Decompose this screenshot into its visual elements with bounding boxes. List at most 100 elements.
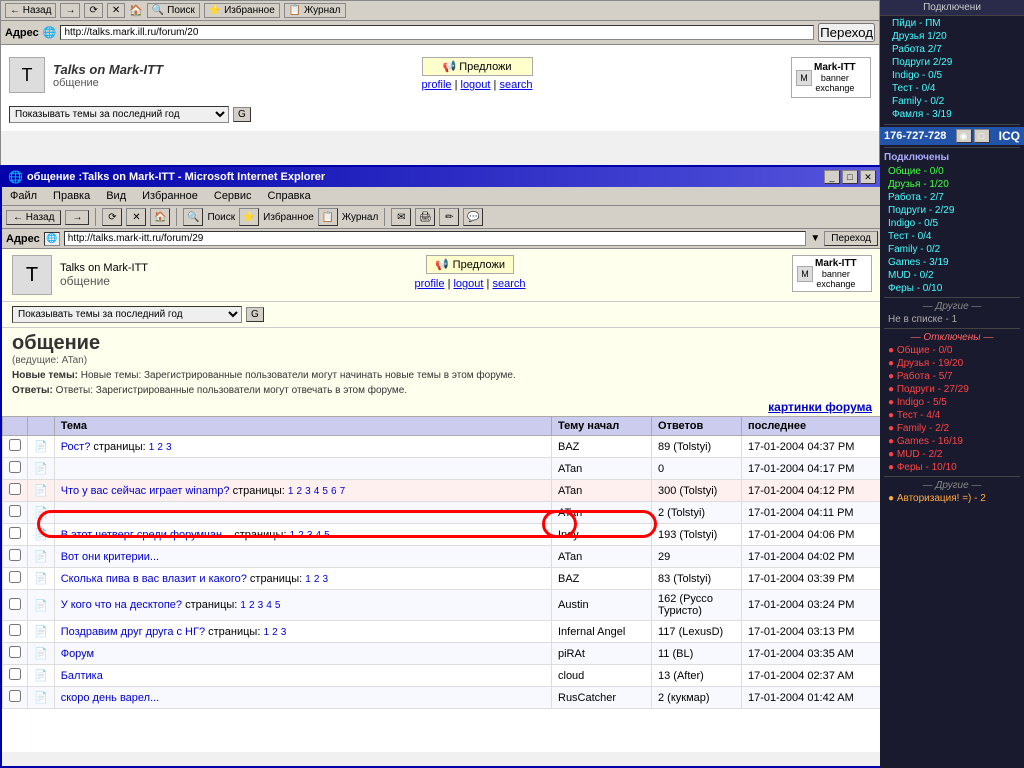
bg-back-button[interactable]: ← Назад xyxy=(5,3,56,18)
fg-refresh-icon[interactable]: ⟳ xyxy=(102,208,122,226)
page-link[interactable]: 7 xyxy=(340,486,346,497)
page-link[interactable]: 1 xyxy=(149,442,155,453)
rp-item-obshie-off[interactable]: ● Общие - 0/0 xyxy=(880,344,1024,357)
page-link[interactable]: 5 xyxy=(322,486,328,497)
page-link[interactable]: 5 xyxy=(275,600,281,611)
page-link[interactable]: 2 xyxy=(157,442,163,453)
rp-item-friends[interactable]: Друзья - 1/20 xyxy=(880,178,1024,191)
page-link[interactable]: 4 xyxy=(314,486,320,497)
rp-item-mud[interactable]: MUD - 0/2 xyxy=(880,269,1024,282)
logout-link[interactable]: logout xyxy=(453,278,483,290)
rp-item-indigo-off[interactable]: ● Indigo - 5/5 xyxy=(880,396,1024,409)
search-link[interactable]: search xyxy=(492,278,525,290)
predloji-button[interactable]: 📢 Предложи xyxy=(426,255,514,274)
rp-item-not-in-list[interactable]: Не в списке - 1 xyxy=(880,313,1024,326)
fg-browser-content[interactable]: T Talks on Mark-ITT общение 📢 Предложи p… xyxy=(2,249,882,752)
rp-item-family-top[interactable]: Family - 0/2 xyxy=(884,95,1020,108)
fg-search-icon[interactable]: 🔍 xyxy=(183,208,203,226)
fg-menu-view[interactable]: Вид xyxy=(102,189,130,203)
fg-go-button[interactable]: Переход xyxy=(824,231,878,246)
kartinki-link[interactable]: картинки форума xyxy=(2,398,882,416)
fg-edit-icon[interactable]: ✏ xyxy=(439,208,459,226)
rp-item-authorization[interactable]: ● Авторизация! =) - 2 xyxy=(880,492,1024,505)
bg-stop-button[interactable]: ✕ xyxy=(107,3,125,18)
row-checkbox[interactable] xyxy=(9,505,21,517)
profile-link[interactable]: profile xyxy=(415,278,445,290)
topic-link[interactable]: Сколька пива в вас влазит и какого? xyxy=(61,573,247,585)
fg-forward-button[interactable]: → xyxy=(65,210,89,225)
row-checkbox[interactable] xyxy=(9,646,21,658)
row-checkbox[interactable] xyxy=(9,668,21,680)
fg-menu-service[interactable]: Сервис xyxy=(210,189,256,203)
rp-item-fery-off[interactable]: ● Феры - 10/10 xyxy=(880,461,1024,474)
fg-maximize-button[interactable]: □ xyxy=(842,170,858,184)
rp-item-family-off[interactable]: ● Family - 2/2 xyxy=(880,422,1024,435)
bg-filter-select[interactable]: Показывать темы за последний год xyxy=(9,106,229,123)
row-checkbox[interactable] xyxy=(9,690,21,702)
bg-forward-button[interactable]: → xyxy=(60,3,80,18)
bg-favorites-button[interactable]: ⭐ Избранное xyxy=(204,3,280,18)
page-link[interactable]: 1 xyxy=(288,486,294,497)
page-link[interactable]: 1 xyxy=(240,600,246,611)
page-link[interactable]: 1 xyxy=(305,574,311,585)
topic-link[interactable]: Что у вас сейчас играет winamp? xyxy=(61,485,230,497)
row-checkbox[interactable] xyxy=(9,624,21,636)
rp-item-podrogi-off[interactable]: ● Подруги - 27/29 xyxy=(880,383,1024,396)
rp-item-friends-top[interactable]: Друзья 1/20 xyxy=(884,30,1020,43)
bg-home-icon[interactable]: 🏠 xyxy=(129,4,143,17)
fg-dropdown-arrow[interactable]: ▼ xyxy=(810,233,820,244)
rp-item-indigo[interactable]: Indigo - 0/5 xyxy=(880,217,1024,230)
page-link[interactable]: 3 xyxy=(166,442,172,453)
row-checkbox[interactable] xyxy=(9,549,21,561)
rp-item-indigo-top[interactable]: Indigo - 0/5 xyxy=(884,69,1020,82)
topic-link[interactable]: У кого что на десктопе? xyxy=(61,599,182,611)
page-link[interactable]: 5 xyxy=(324,530,330,541)
page-link[interactable]: 3 xyxy=(322,574,328,585)
fg-menu-favorites[interactable]: Избранное xyxy=(138,189,202,203)
row-checkbox[interactable] xyxy=(9,483,21,495)
topic-link[interactable]: Форум xyxy=(61,648,94,660)
page-link[interactable]: 2 xyxy=(314,574,320,585)
icq-btn1[interactable]: ◉ xyxy=(956,129,972,143)
rp-item-obshie[interactable]: Общие - 0/0 xyxy=(880,165,1024,178)
row-checkbox[interactable] xyxy=(9,598,21,610)
page-link[interactable]: 3 xyxy=(281,627,287,638)
rp-item-test[interactable]: Тест - 0/4 xyxy=(880,230,1024,243)
bg-address-input[interactable] xyxy=(60,25,814,40)
page-link[interactable]: 2 xyxy=(272,627,278,638)
rp-item-fery[interactable]: Феры - 0/10 xyxy=(880,282,1024,295)
rp-item-test-off[interactable]: ● Тест - 4/4 xyxy=(880,409,1024,422)
page-link[interactable]: 6 xyxy=(331,486,337,497)
rp-item-podrogi[interactable]: Подруги - 2/29 xyxy=(880,204,1024,217)
page-link[interactable]: 3 xyxy=(305,486,311,497)
topic-link[interactable]: Балтика xyxy=(61,670,103,682)
page-link[interactable]: 3 xyxy=(258,600,264,611)
filter-select[interactable]: Показывать темы за последний год xyxy=(12,306,242,323)
fg-favorites-icon[interactable]: ⭐ xyxy=(239,208,259,226)
fg-close-button[interactable]: ✕ xyxy=(860,170,876,184)
topic-link[interactable]: Вот они критерии... xyxy=(61,551,159,563)
fg-home-icon[interactable]: 🏠 xyxy=(150,208,170,226)
page-link[interactable]: 1 xyxy=(263,627,269,638)
bg-logout-link[interactable]: logout xyxy=(461,79,491,91)
fg-stop-icon[interactable]: ✕ xyxy=(126,208,146,226)
topic-link[interactable]: Поздравим друг друга с НГ? xyxy=(61,626,205,638)
rp-item-test-top[interactable]: Тест - 0/4 xyxy=(884,82,1020,95)
bg-profile-link[interactable]: profile xyxy=(422,79,452,91)
fg-menu-edit[interactable]: Правка xyxy=(49,189,94,203)
rp-item-work-off[interactable]: ● Работа - 5/7 xyxy=(880,370,1024,383)
icq-btn2[interactable]: □ xyxy=(974,129,990,143)
page-link[interactable]: 4 xyxy=(266,600,272,611)
rp-item-podrogi-top[interactable]: Подруги 2/29 xyxy=(884,56,1020,69)
rp-item-pidi[interactable]: Пйди - ПМ xyxy=(884,17,1020,30)
rp-item-friends-off[interactable]: ● Друзья - 19/20 xyxy=(880,357,1024,370)
row-checkbox[interactable] xyxy=(9,439,21,451)
bg-search-link[interactable]: search xyxy=(499,79,532,91)
rp-item-mud-off[interactable]: ● MUD - 2/2 xyxy=(880,448,1024,461)
bg-predloji-btn[interactable]: 📢 Предложи xyxy=(422,57,533,76)
bg-search-button[interactable]: 🔍 Поиск xyxy=(147,3,200,18)
page-link[interactable]: 3 xyxy=(307,530,313,541)
fg-mail-icon[interactable]: ✉ xyxy=(391,208,411,226)
fg-address-input[interactable] xyxy=(64,231,807,246)
fg-print-icon[interactable]: 🖨 xyxy=(415,208,435,226)
